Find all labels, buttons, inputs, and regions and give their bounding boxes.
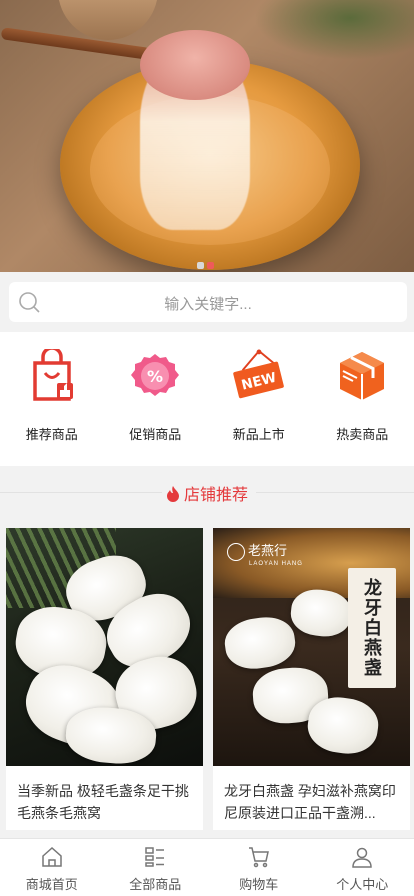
shopping-bag-thumb-icon: [33, 349, 73, 401]
nav-home[interactable]: 商城首页: [0, 839, 104, 896]
category-label: 新品上市: [232, 427, 285, 442]
search-placeholder: 输入关键字...: [164, 296, 252, 313]
banner-plant: [254, 0, 414, 60]
nav-cart[interactable]: 购物车: [207, 839, 311, 896]
banner-cup: [58, 0, 158, 40]
flame-icon: [166, 486, 179, 502]
nav-label: 个人中心: [336, 877, 389, 892]
banner-dot[interactable]: [197, 262, 204, 269]
product-image[interactable]: 老燕行 LAOYAN HANG 龙牙白燕盏: [213, 528, 410, 766]
brand-logo: 老燕行 LAOYAN HANG: [227, 540, 303, 567]
product-list: 当季新品 极轻毛盏条足干挑毛燕条毛燕窝 老燕行 LAOYAN HANG 龙牙白燕盏…: [0, 528, 414, 830]
product-title[interactable]: 龙牙白燕盏 孕妇滋补燕窝印尼原装进口正品干盏溯...: [213, 766, 410, 830]
category-label: 热卖商品: [336, 427, 389, 442]
product-card[interactable]: 当季新品 极轻毛盏条足干挑毛燕条毛燕窝: [6, 528, 203, 830]
category-label: 推荐商品: [25, 427, 78, 442]
nav-profile[interactable]: 个人中心: [311, 839, 414, 896]
new-sign-icon: NEW: [233, 349, 284, 399]
category-grid-icon: [145, 847, 165, 867]
product-card[interactable]: 老燕行 LAOYAN HANG 龙牙白燕盏 龙牙白燕盏 孕妇滋补燕窝印尼原装进口正…: [213, 528, 410, 830]
search-bar-container: 输入关键字...: [0, 272, 414, 332]
banner-pagination: [197, 262, 214, 269]
cart-icon: [248, 847, 269, 868]
bottom-nav: 商城首页 全部商品 购物车 个人中心: [0, 838, 414, 896]
search-input[interactable]: 输入关键字...: [9, 282, 407, 322]
product-image-tag: 龙牙白燕盏: [348, 568, 396, 688]
user-icon: [352, 847, 373, 868]
package-box-icon: [340, 352, 385, 400]
home-icon: [42, 846, 62, 867]
nav-label: 商城首页: [25, 877, 78, 892]
product-title[interactable]: 当季新品 极轻毛盏条足干挑毛燕条毛燕窝: [6, 766, 203, 830]
section-header: 店铺推荐: [0, 468, 414, 514]
section-title: 店铺推荐: [183, 487, 248, 504]
nav-label: 购物车: [239, 877, 279, 892]
category-hot-sale[interactable]: 热卖商品: [311, 332, 414, 466]
category-promotion[interactable]: % 促销商品: [104, 332, 208, 466]
category-new-arrivals[interactable]: NEW 新品上市: [207, 332, 311, 466]
hero-banner[interactable]: [0, 0, 414, 272]
category-grid: 推荐商品 % 促销商品 NEW 新品上市 热卖商品: [0, 332, 414, 466]
banner-dot-active[interactable]: [207, 262, 214, 269]
nav-label: 全部商品: [129, 877, 182, 892]
svg-text:%: %: [147, 367, 163, 386]
product-image[interactable]: [6, 528, 203, 766]
category-recommended[interactable]: 推荐商品: [0, 332, 104, 466]
percent-badge-icon: %: [131, 354, 180, 396]
nav-all-products[interactable]: 全部商品: [104, 839, 208, 896]
category-label: 促销商品: [129, 427, 182, 442]
